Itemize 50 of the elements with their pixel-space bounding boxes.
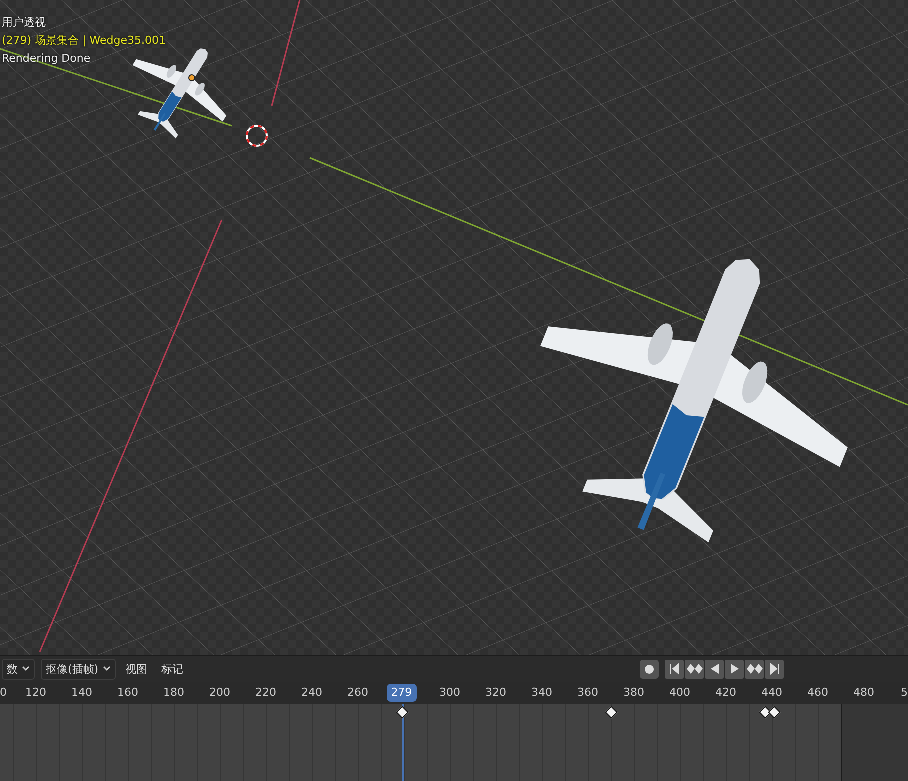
skip-start-icon xyxy=(668,663,680,675)
frame-number: 420 xyxy=(714,686,738,699)
frame-number: 440 xyxy=(760,686,784,699)
menu-item[interactable]: 标记 xyxy=(158,660,188,678)
frame-number: 260 xyxy=(346,686,370,699)
frame-number: 460 xyxy=(806,686,830,699)
object-info: (279) 场景集合 | Wedge35.001 xyxy=(2,34,166,48)
frame-number: 320 xyxy=(484,686,508,699)
play-button[interactable] xyxy=(725,660,744,678)
frame-number: 120 xyxy=(24,686,48,699)
view-name: 用户透视 xyxy=(2,16,47,30)
frame-number: 300 xyxy=(438,686,462,699)
frame-number: 5 xyxy=(901,686,908,699)
keyframe-icon[interactable] xyxy=(605,706,618,719)
menu-item[interactable]: 视图 xyxy=(122,660,152,678)
skip-end-icon xyxy=(768,663,780,675)
jump-end-button[interactable] xyxy=(765,660,784,678)
frame-number: 200 xyxy=(208,686,232,699)
dropdown-menu[interactable]: 抠像(插帧) xyxy=(41,658,116,680)
frame-number: 340 xyxy=(530,686,554,699)
3d-cursor-icon[interactable] xyxy=(246,125,268,147)
caret-icon xyxy=(102,666,111,672)
frame-number: 180 xyxy=(162,686,186,699)
record-dot-icon xyxy=(645,664,654,674)
play-reverse-button[interactable] xyxy=(705,660,724,678)
jump-start-button[interactable] xyxy=(665,660,684,678)
next-keyframe-button[interactable] xyxy=(745,660,764,678)
frame-number: 360 xyxy=(576,686,600,699)
frame-number: 220 xyxy=(254,686,278,699)
caret-icon xyxy=(22,666,30,672)
keyframe-icon[interactable] xyxy=(396,706,409,719)
keyframe-icon[interactable] xyxy=(759,706,772,719)
frame-number: 400 xyxy=(668,686,692,699)
double-diamond-icon xyxy=(746,663,762,675)
frame-number: 0 xyxy=(0,686,7,699)
frame-number: 480 xyxy=(852,686,876,699)
triangle-left-icon xyxy=(710,663,720,675)
prev-keyframe-button[interactable] xyxy=(685,660,704,678)
keyframe-track[interactable] xyxy=(0,704,908,781)
frame-number: 160 xyxy=(116,686,140,699)
frame-number: 140 xyxy=(70,686,94,699)
triangle-right-icon xyxy=(730,663,740,675)
origin-icon xyxy=(188,74,196,82)
record-button[interactable] xyxy=(640,660,659,678)
double-diamond-icon xyxy=(686,663,702,675)
current-frame-indicator[interactable]: 279 xyxy=(386,684,417,702)
keyframe-icon[interactable] xyxy=(768,706,782,719)
frame-number: 380 xyxy=(622,686,646,699)
frame-number: 240 xyxy=(300,686,324,699)
dropdown-menu[interactable]: 数 xyxy=(2,658,35,680)
